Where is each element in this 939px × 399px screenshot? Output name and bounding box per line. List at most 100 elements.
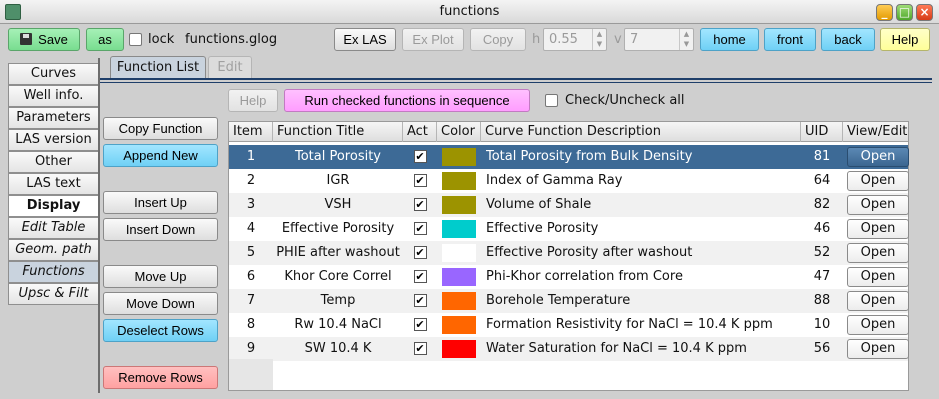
tab-divider (100, 78, 932, 80)
open-button[interactable]: Open (847, 243, 909, 263)
act-checkbox[interactable]: ✔ (413, 318, 427, 331)
sidebar-item-parameters[interactable]: Parameters (8, 107, 98, 129)
maximize-button[interactable]: □ (896, 4, 913, 21)
v-spinner-arrows-icon[interactable]: ▲ ▼ (679, 29, 693, 50)
cell-act[interactable]: ✔ (403, 337, 437, 361)
back-button[interactable]: back (821, 28, 875, 51)
run-checked-button[interactable]: Run checked functions in sequence (284, 89, 530, 112)
cell-act[interactable]: ✔ (403, 289, 437, 313)
color-swatch[interactable] (442, 172, 476, 190)
cell-act[interactable]: ✔ (403, 217, 437, 241)
cell-act[interactable]: ✔ (403, 169, 437, 193)
open-button[interactable]: Open (847, 171, 909, 191)
v-spinner[interactable]: 7 ▲ ▼ (624, 28, 694, 51)
open-button[interactable]: Open (847, 339, 909, 359)
act-checkbox[interactable]: ✔ (413, 150, 427, 163)
cell-title: IGR (326, 173, 350, 188)
act-checkbox[interactable]: ✔ (413, 174, 427, 187)
insert-up-button[interactable]: Insert Up (103, 191, 218, 214)
move-down-button[interactable]: Move Down (103, 292, 218, 315)
sidebar-item-curves[interactable]: Curves (8, 63, 98, 85)
header-act[interactable]: Act (403, 122, 437, 142)
help-button[interactable]: Help (880, 28, 930, 51)
color-swatch[interactable] (442, 268, 476, 286)
header-description[interactable]: Curve Function Description (481, 122, 801, 142)
cell-act[interactable]: ✔ (403, 145, 437, 169)
table-row[interactable]: 6 Khor Core Correl ✔ Phi-Khor correlatio… (229, 265, 909, 289)
sidebar-item-edit-table[interactable]: Edit Table (8, 217, 98, 239)
open-button[interactable]: Open (847, 291, 909, 311)
open-button[interactable]: Open (847, 315, 909, 335)
close-button[interactable]: × (916, 4, 933, 21)
table-row[interactable]: 5 PHIE after washout ✔ Effective Porosit… (229, 241, 909, 265)
sidebar-item-other[interactable]: Other (8, 151, 98, 173)
append-new-button[interactable]: Append New (103, 144, 218, 167)
sidebar-item-geom-path[interactable]: Geom. path (8, 239, 98, 261)
open-button[interactable]: Open (847, 147, 909, 167)
color-swatch[interactable] (442, 292, 476, 310)
header-item[interactable]: Item (229, 122, 273, 142)
header-uid[interactable]: UID (801, 122, 843, 142)
open-button[interactable]: Open (847, 195, 909, 215)
cell-act[interactable]: ✔ (403, 241, 437, 265)
h-spinner[interactable]: 0.55 ▲ ▼ (543, 28, 607, 51)
header-function-title[interactable]: Function Title (273, 122, 403, 142)
cell-item: 7 (246, 293, 256, 308)
tab-divider-secondary (100, 82, 932, 83)
front-button[interactable]: front (764, 28, 816, 51)
act-checkbox[interactable]: ✔ (413, 294, 427, 307)
save-button[interactable]: Save (8, 28, 80, 51)
home-button[interactable]: home (700, 28, 759, 51)
cell-description: Formation Resistivity for NaCl = 10.4 K … (486, 317, 773, 332)
move-up-button[interactable]: Move Up (103, 265, 218, 288)
color-swatch[interactable] (442, 340, 476, 358)
header-color[interactable]: Color (437, 122, 481, 142)
act-checkbox[interactable]: ✔ (413, 342, 427, 355)
table-row[interactable]: 2 IGR ✔ Index of Gamma Ray 64 Open (229, 169, 909, 193)
table-row[interactable]: 8 Rw 10.4 NaCl ✔ Formation Resistivity f… (229, 313, 909, 337)
sidebar-item-well-info[interactable]: Well info. (8, 85, 98, 107)
lock-checkbox[interactable] (129, 33, 142, 46)
header-view-edit[interactable]: View/Edit (843, 122, 908, 142)
copy-function-button[interactable]: Copy Function (103, 117, 218, 140)
sidebar-item-functions[interactable]: Functions (8, 261, 98, 283)
sidebar-item-las-text[interactable]: LAS text (8, 173, 98, 195)
tab-edit[interactable]: Edit (208, 56, 252, 78)
save-as-button[interactable]: as (86, 28, 124, 51)
cell-act[interactable]: ✔ (403, 313, 437, 337)
check-all-checkbox[interactable] (545, 94, 558, 107)
color-swatch[interactable] (442, 148, 476, 166)
color-swatch[interactable] (442, 316, 476, 334)
minimize-button[interactable]: _ (876, 4, 893, 21)
color-swatch[interactable] (442, 220, 476, 238)
cell-act[interactable]: ✔ (403, 265, 437, 289)
list-help-button[interactable]: Help (228, 89, 278, 112)
act-checkbox[interactable]: ✔ (413, 198, 427, 211)
sidebar-item-upsc-filt[interactable]: Upsc & Filt (8, 283, 98, 305)
export-plot-button[interactable]: Ex Plot (402, 28, 464, 51)
table-row[interactable]: 4 Effective Porosity ✔ Effective Porosit… (229, 217, 909, 241)
open-button[interactable]: Open (847, 267, 909, 287)
table-row[interactable]: 7 Temp ✔ Borehole Temperature 88 Open (229, 289, 909, 313)
insert-down-button[interactable]: Insert Down (103, 218, 218, 241)
table-row[interactable]: 9 SW 10.4 K ✔ Water Saturation for NaCl … (229, 337, 909, 361)
color-swatch[interactable] (442, 244, 476, 262)
h-spinner-arrows-icon[interactable]: ▲ ▼ (592, 29, 606, 50)
act-checkbox[interactable]: ✔ (413, 222, 427, 235)
act-checkbox[interactable]: ✔ (413, 246, 427, 259)
cell-item: 3 (246, 197, 256, 212)
table-row[interactable]: 1 Total Porosity ✔ Total Porosity from B… (229, 145, 909, 169)
table-row[interactable]: 3 VSH ✔ Volume of Shale 82 Open (229, 193, 909, 217)
open-button[interactable]: Open (847, 219, 909, 239)
export-las-button[interactable]: Ex LAS (334, 28, 396, 51)
deselect-rows-button[interactable]: Deselect Rows (103, 319, 218, 342)
cell-description: Water Saturation for NaCl = 10.4 K ppm (486, 341, 747, 356)
copy-button[interactable]: Copy (470, 28, 526, 51)
act-checkbox[interactable]: ✔ (413, 270, 427, 283)
sidebar-item-display[interactable]: Display (8, 195, 98, 217)
cell-act[interactable]: ✔ (403, 193, 437, 217)
color-swatch[interactable] (442, 196, 476, 214)
remove-rows-button[interactable]: Remove Rows (103, 366, 218, 389)
sidebar-item-las-version[interactable]: LAS version (8, 129, 98, 151)
tab-function-list[interactable]: Function List (110, 56, 206, 78)
